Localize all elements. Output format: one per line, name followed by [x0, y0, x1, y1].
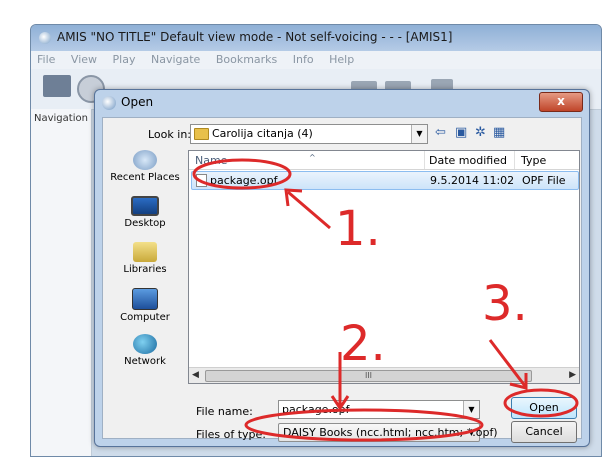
highlight-ellipse-open	[503, 388, 579, 418]
annotation-overlay	[192, 158, 579, 442]
highlight-ellipse-filetype	[244, 408, 484, 442]
highlight-ellipse-file	[192, 158, 292, 190]
step-3-label: 3.	[482, 276, 528, 332]
arrow-step-3	[488, 339, 527, 387]
arrow-step-1	[287, 190, 331, 230]
step-2-label: 2.	[340, 316, 386, 372]
step-1-label: 1.	[335, 201, 381, 257]
